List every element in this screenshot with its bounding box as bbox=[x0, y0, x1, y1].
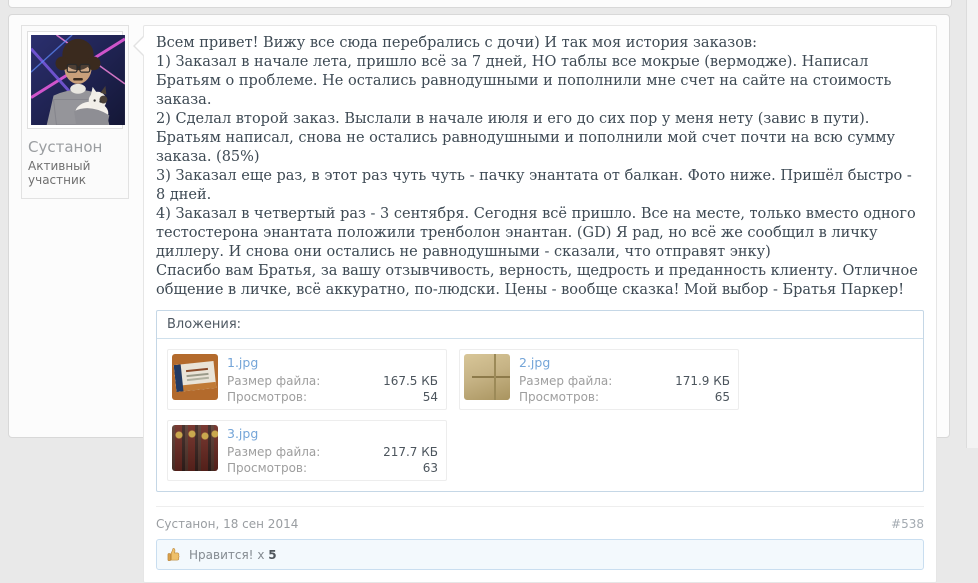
views-value: 65 bbox=[715, 389, 730, 405]
attachment-info: 3.jpg Размер файла: 217.7 КБ Просмотров:… bbox=[227, 425, 442, 476]
thumbs-up-icon bbox=[167, 547, 182, 562]
likes-count: 5 bbox=[268, 548, 276, 562]
attachment-filename[interactable]: 2.jpg bbox=[519, 355, 730, 370]
post-byline[interactable]: Сустанон, 18 сен 2014 bbox=[156, 517, 298, 531]
attachment-views-row: Просмотров: 54 bbox=[227, 389, 438, 405]
views-label: Просмотров: bbox=[227, 460, 307, 476]
attachment-views-row: Просмотров: 63 bbox=[227, 460, 438, 476]
size-label: Размер файла: bbox=[227, 373, 320, 389]
message-text: Всем привет! Вижу все сюда перебрались с… bbox=[156, 34, 924, 300]
user-block: Сустанон Активный участник bbox=[21, 25, 129, 199]
views-label: Просмотров: bbox=[227, 389, 307, 405]
attachment-info: 1.jpg Размер файла: 167.5 КБ Просмотров:… bbox=[227, 354, 442, 405]
attachment-filename[interactable]: 1.jpg bbox=[227, 355, 438, 370]
size-value: 217.7 КБ bbox=[383, 444, 438, 460]
previous-post-fragment bbox=[8, 0, 952, 8]
attachment-size-row: Размер файла: 217.7 КБ bbox=[227, 444, 438, 460]
attachments-list: 1.jpg Размер файла: 167.5 КБ Просмотров:… bbox=[157, 339, 923, 491]
attachments-header: Вложения: bbox=[157, 311, 923, 339]
attachment-thumbnail[interactable] bbox=[172, 425, 218, 471]
size-label: Размер файла: bbox=[519, 373, 612, 389]
likes-text: Нравится! х 5 bbox=[189, 548, 277, 562]
avatar-image[interactable] bbox=[31, 35, 125, 125]
attachment-thumbnail[interactable] bbox=[464, 354, 510, 400]
post-permalink[interactable]: #538 bbox=[891, 517, 924, 531]
user-info-column: Сустанон Активный участник bbox=[21, 25, 143, 427]
attachment-item[interactable]: 2.jpg Размер файла: 171.9 КБ Просмотров:… bbox=[459, 349, 739, 410]
attachment-item[interactable]: 3.jpg Размер файла: 217.7 КБ Просмотров:… bbox=[167, 420, 447, 481]
attachment-thumbnail[interactable] bbox=[172, 354, 218, 400]
forum-post: Сустанон Активный участник Всем привет! … bbox=[8, 14, 950, 438]
post-meta-row: Сустанон, 18 сен 2014 #538 bbox=[156, 506, 924, 539]
views-value: 54 bbox=[423, 389, 438, 405]
likes-times: х bbox=[257, 548, 264, 562]
username[interactable]: Сустанон bbox=[28, 138, 122, 156]
attachment-size-row: Размер файла: 167.5 КБ bbox=[227, 373, 438, 389]
attachment-filename[interactable]: 3.jpg bbox=[227, 426, 438, 441]
likes-label: Нравится! bbox=[189, 548, 253, 562]
size-label: Размер файла: bbox=[227, 444, 320, 460]
views-label: Просмотров: bbox=[519, 389, 599, 405]
attachment-views-row: Просмотров: 65 bbox=[519, 389, 730, 405]
message-bubble: Всем привет! Вижу все сюда перебрались с… bbox=[143, 25, 937, 583]
views-value: 63 bbox=[423, 460, 438, 476]
attachments-block: Вложения: 1.jpg Размер файла: 167.5 КБ П… bbox=[156, 310, 924, 492]
attachment-item[interactable]: 1.jpg Размер файла: 167.5 КБ Просмотров:… bbox=[167, 349, 447, 410]
avatar-frame bbox=[27, 31, 123, 129]
size-value: 167.5 КБ bbox=[383, 373, 438, 389]
message-column: Всем привет! Вижу все сюда перебрались с… bbox=[143, 25, 937, 427]
user-title: Активный участник bbox=[28, 159, 122, 187]
attachment-size-row: Размер файла: 171.9 КБ bbox=[519, 373, 730, 389]
size-value: 171.9 КБ bbox=[675, 373, 730, 389]
page-right-gutter bbox=[966, 0, 978, 448]
likes-bar: Нравится! х 5 bbox=[156, 539, 924, 570]
attachment-info: 2.jpg Размер файла: 171.9 КБ Просмотров:… bbox=[519, 354, 734, 405]
